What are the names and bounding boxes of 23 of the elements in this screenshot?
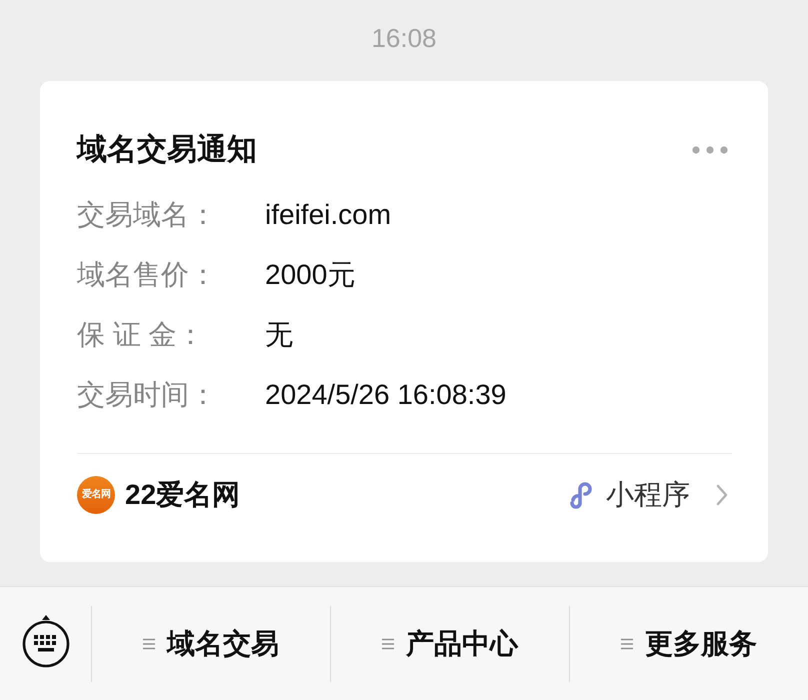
menu-button[interactable]: 更多服务 <box>570 606 808 682</box>
field-label: 保 证 金： <box>77 318 206 352</box>
menu-lines-icon <box>143 638 155 650</box>
menu-lines-icon <box>382 638 394 650</box>
field-label: 交易域名： <box>77 198 218 232</box>
field-value: 2000元 <box>265 258 356 292</box>
message-time: 16:08 <box>371 23 437 53</box>
field-value: 无 <box>265 318 293 352</box>
card-title: 域名交易通知 <box>77 132 257 168</box>
mini-program-label[interactable]: 小程序 <box>606 478 690 512</box>
field-value: ifeifei.com <box>265 198 392 232</box>
keyboard-icon[interactable] <box>21 614 71 668</box>
menu-button[interactable]: 产品中心 <box>331 606 569 682</box>
source-name: 22爱名网 <box>125 478 240 512</box>
field-value: 2024/5/26 16:08:39 <box>265 378 506 412</box>
menu-lines-icon <box>621 638 633 650</box>
field-label: 交易时间： <box>77 378 218 412</box>
notification-card[interactable]: 域名交易通知 交易域名： ifeifei.com 域名售价： 2000元 保 证 金： 无 交易时间： 2024/5/26 16:08:39 爱名网 22爱名网 小程序 <box>40 81 768 562</box>
field-label: 域名售价： <box>77 258 218 292</box>
chevron-right-icon[interactable] <box>716 484 728 506</box>
logo-icon: 爱名网 <box>77 476 115 514</box>
more-icon[interactable] <box>692 146 728 154</box>
menu-button[interactable]: 域名交易 <box>92 606 330 682</box>
